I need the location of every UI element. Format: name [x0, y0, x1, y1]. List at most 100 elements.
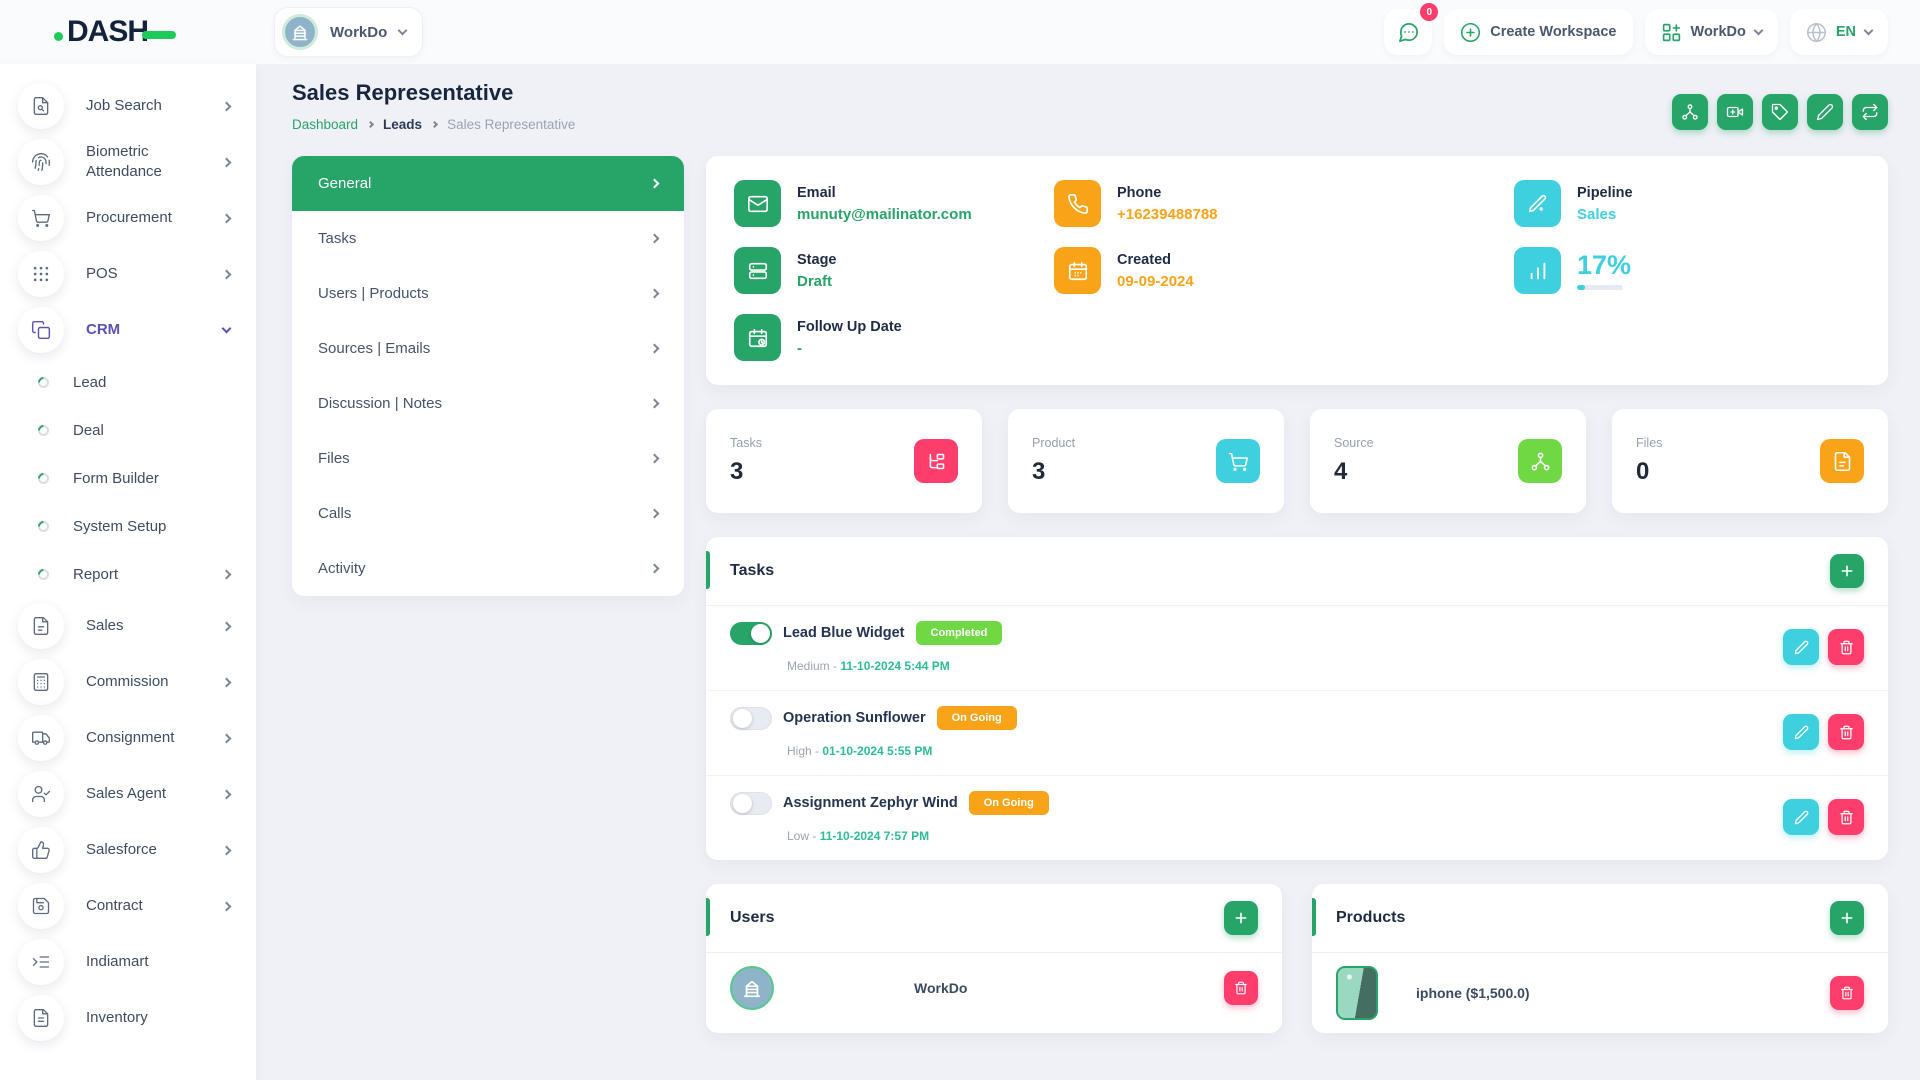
page-actions [1672, 94, 1888, 130]
plus-icon [1233, 910, 1249, 926]
products-panel: Products iphone ($1,500.0) [1312, 884, 1888, 1033]
tab-calls[interactable]: Calls [292, 486, 684, 541]
language-code: EN [1836, 24, 1856, 40]
chevron-right-icon [431, 121, 438, 128]
sidebar-item-commission[interactable]: Commission [0, 654, 256, 710]
edit-task-button[interactable] [1783, 799, 1819, 835]
sidebar-item-procurement[interactable]: Procurement [0, 190, 256, 246]
plus-icon [1839, 563, 1855, 579]
task-toggle[interactable] [730, 622, 772, 645]
edit-task-button[interactable] [1783, 629, 1819, 665]
remove-user-button[interactable] [1224, 971, 1258, 1005]
progress-percent: 17% [1577, 252, 1631, 279]
sidebar-item-sales-agent[interactable]: Sales Agent [0, 766, 256, 822]
sidebar-subitem-deal[interactable]: Deal [0, 406, 256, 454]
info-phone: Phone+16239488788 [1054, 180, 1514, 227]
sidebar-item-indiamart[interactable]: Indiamart [0, 934, 256, 990]
language-selector[interactable]: EN [1790, 9, 1888, 55]
task-toggle[interactable] [730, 792, 772, 815]
circle-bullet-icon [36, 374, 52, 390]
task-row: Operation Sunflower On Going High - 01-1… [706, 691, 1888, 776]
workspace-selector[interactable]: WorkDo [274, 7, 423, 57]
tab-activity[interactable]: Activity [292, 541, 684, 596]
add-task-button[interactable] [1830, 554, 1864, 588]
chevron-right-icon [222, 569, 232, 579]
breadcrumb-dashboard[interactable]: Dashboard [292, 117, 358, 132]
sidebar-subitem-system-setup[interactable]: System Setup [0, 502, 256, 550]
sidebar-item-pos[interactable]: POS [0, 246, 256, 302]
sidebar-item-inventory[interactable]: Inventory [0, 990, 256, 1046]
file-icon [1820, 439, 1864, 483]
circle-bullet-icon [36, 566, 52, 582]
topbar: DASH WorkDo 0 Create Workspace WorkDo EN [0, 0, 1920, 64]
thumbs-up-icon [18, 827, 64, 873]
chevron-right-icon [222, 101, 232, 111]
indent-icon [18, 939, 64, 985]
workspace-dropdown-label: WorkDo [1691, 24, 1746, 40]
delete-task-button[interactable] [1828, 799, 1864, 835]
sidebar-subitem-report[interactable]: Report [0, 550, 256, 598]
add-user-button[interactable] [1224, 901, 1258, 935]
created-value: 09-09-2024 [1117, 273, 1194, 290]
sidebar-subitem-lead[interactable]: Lead [0, 358, 256, 406]
truck-icon [18, 715, 64, 761]
workspace-dropdown[interactable]: WorkDo [1645, 9, 1778, 55]
cart-icon [1216, 439, 1260, 483]
notification-badge: 0 [1420, 3, 1438, 21]
app-logo[interactable]: DASH [54, 15, 176, 49]
tab-files[interactable]: Files [292, 431, 684, 486]
sidebar-subitem-form-builder[interactable]: Form Builder [0, 454, 256, 502]
sidebar-item-sales[interactable]: Sales [0, 598, 256, 654]
sitemap-button[interactable] [1672, 94, 1708, 130]
task-row: Lead Blue Widget Completed Medium - 11-1… [706, 606, 1888, 691]
calendar-clock-icon [734, 314, 781, 361]
messages-button[interactable]: 0 [1384, 9, 1432, 55]
sidebar-item-crm[interactable]: CRM [0, 302, 256, 358]
status-badge: Completed [916, 621, 1003, 645]
plus-circle-icon [1460, 22, 1481, 43]
task-toggle[interactable] [730, 707, 772, 730]
user-name: WorkDo [914, 980, 967, 996]
create-workspace-label: Create Workspace [1490, 24, 1616, 40]
page-title: Sales Representative [292, 80, 575, 106]
sidebar-item-consignment[interactable]: Consignment [0, 710, 256, 766]
sidebar-item-biometric-attendance[interactable]: Biometric Attendance [0, 134, 256, 190]
tag-icon [1771, 103, 1789, 121]
grid-dots-icon [18, 251, 64, 297]
document-search-icon [18, 83, 64, 129]
trash-icon [1839, 640, 1854, 655]
workspace-name: WorkDo [330, 24, 387, 41]
convert-icon [1861, 103, 1879, 121]
stat-card-tasks: Tasks3 [706, 409, 982, 513]
add-product-button[interactable] [1830, 901, 1864, 935]
chevron-down-icon [222, 324, 232, 334]
chevron-right-icon [222, 213, 232, 223]
tab-tasks[interactable]: Tasks [292, 211, 684, 266]
sidebar-item-salesforce[interactable]: Salesforce [0, 822, 256, 878]
video-call-button[interactable] [1717, 94, 1753, 130]
logo-dot-icon [54, 32, 63, 41]
delete-task-button[interactable] [1828, 629, 1864, 665]
logo-dash-icon [142, 31, 176, 39]
tab-discussion-notes[interactable]: Discussion | Notes [292, 376, 684, 431]
label-button[interactable] [1762, 94, 1798, 130]
edit-lead-button[interactable] [1807, 94, 1843, 130]
stage-server-icon [734, 247, 781, 294]
sidebar-item-job-search[interactable]: Job Search [0, 78, 256, 134]
delete-task-button[interactable] [1828, 714, 1864, 750]
tab-users-products[interactable]: Users | Products [292, 266, 684, 321]
sidebar-item-contract[interactable]: Contract [0, 878, 256, 934]
tab-general[interactable]: General [292, 156, 684, 211]
remove-product-button[interactable] [1830, 976, 1864, 1010]
edit-task-button[interactable] [1783, 714, 1819, 750]
breadcrumb-leads[interactable]: Leads [383, 117, 422, 132]
pipeline-value: Sales [1577, 206, 1633, 223]
tab-sources-emails[interactable]: Sources | Emails [292, 321, 684, 376]
globe-icon [1806, 22, 1827, 43]
chevron-right-icon [650, 564, 660, 574]
create-workspace-button[interactable]: Create Workspace [1444, 9, 1632, 55]
chevron-right-icon [650, 234, 660, 244]
convert-button[interactable] [1852, 94, 1888, 130]
cart-icon [18, 195, 64, 241]
chevron-right-icon [650, 509, 660, 519]
